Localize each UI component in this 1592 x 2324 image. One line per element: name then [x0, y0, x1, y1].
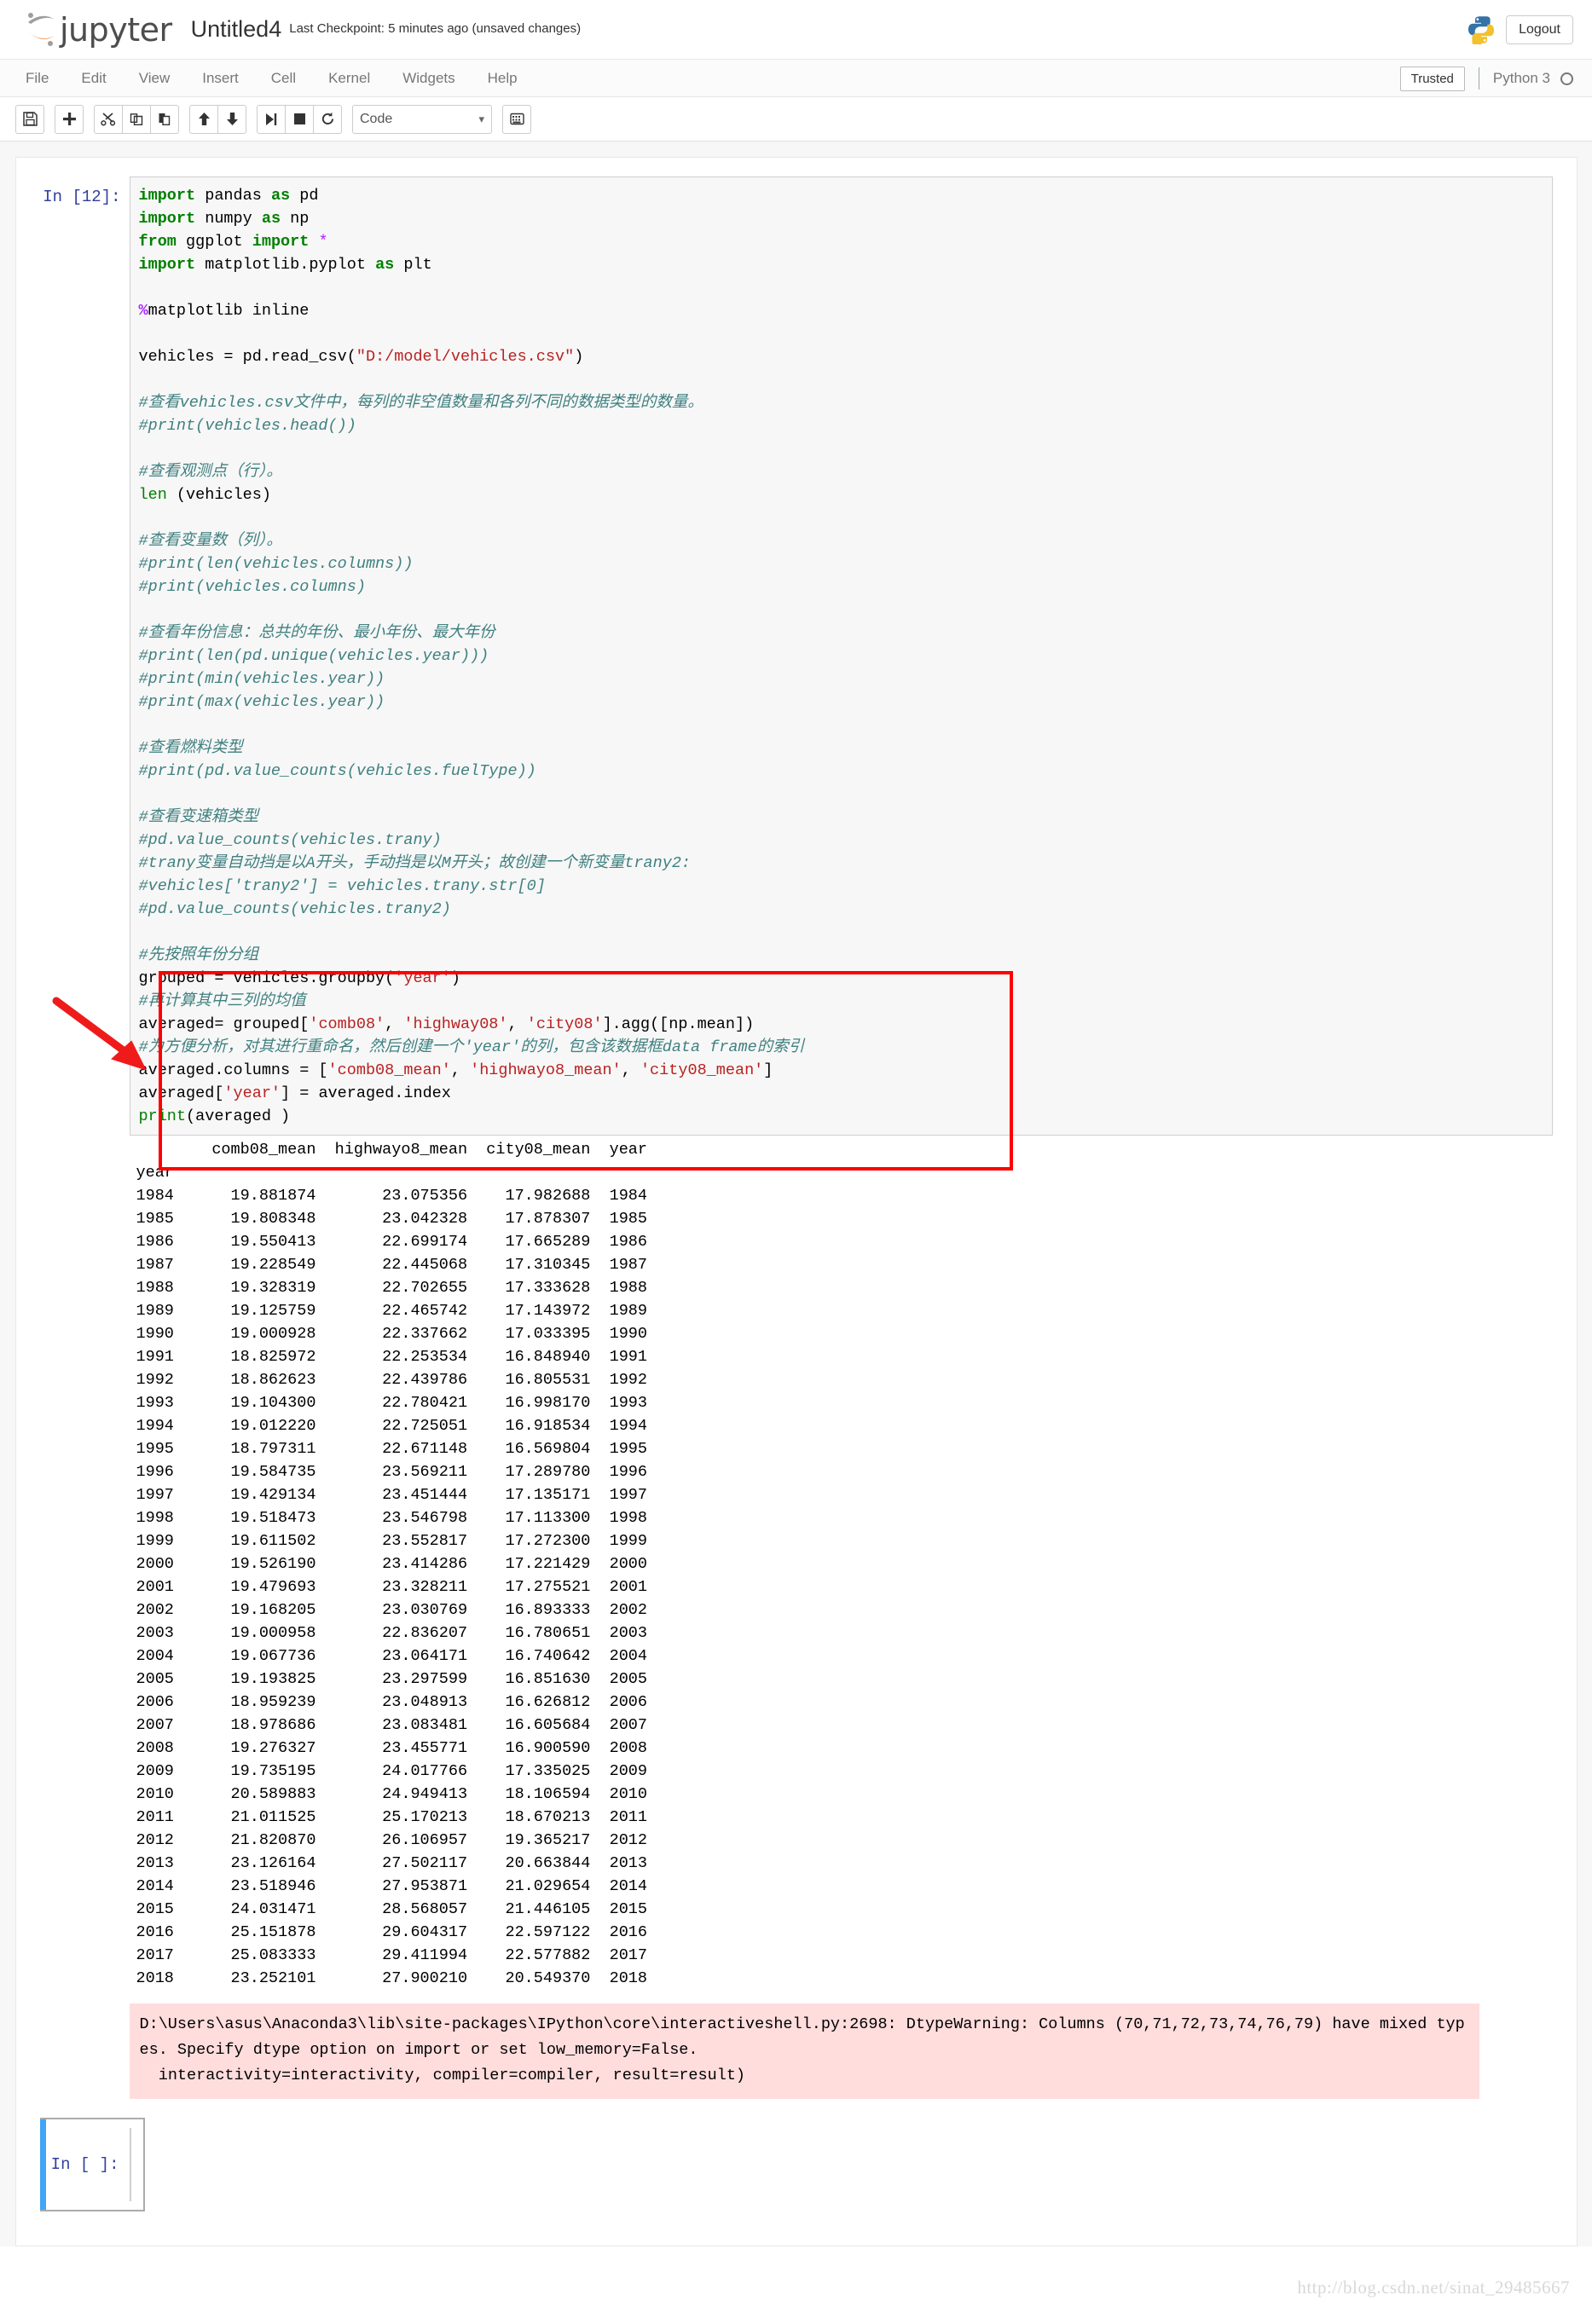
python-logo-icon — [1467, 15, 1496, 44]
notebook-title[interactable]: Untitled4 — [191, 16, 282, 43]
logout-button[interactable]: Logout — [1506, 15, 1573, 44]
copy-icon — [130, 112, 144, 126]
save-icon — [22, 112, 38, 126]
toolbar-group-save — [15, 104, 44, 134]
code-source: import pandas as pd import numpy as np f… — [138, 187, 805, 1125]
cell-prompt-in-12: In [12]: — [43, 188, 121, 206]
output-content: comb08_mean highwayo8_mean city08_mean y… — [129, 1136, 1553, 2099]
arrow-up-icon — [198, 112, 211, 126]
toolbar-group-run — [257, 104, 342, 134]
cut-icon — [101, 112, 116, 126]
stderr-warning-output: D:\Users\asus\Anaconda3\lib\site-package… — [129, 2003, 1479, 2099]
selected-cell-indicator — [39, 2119, 46, 2210]
restart-icon — [321, 112, 335, 126]
menu-edit[interactable]: Edit — [81, 70, 106, 87]
toolbar-group-move — [189, 104, 246, 134]
code-editor[interactable]: import pandas as pd import numpy as np f… — [129, 176, 1553, 1136]
source-watermark: http://blog.csdn.net/sinat_29485667 — [0, 2246, 1592, 2312]
save-button[interactable] — [15, 104, 44, 134]
code-cell[interactable]: In [12]: import pandas as pd import nump… — [16, 176, 1577, 1136]
menubar-right-group: Trusted Python 3 — [1399, 60, 1573, 97]
empty-code-cell[interactable]: In [ ]: — [16, 2118, 1577, 2211]
page-footer — [0, 2312, 1592, 2324]
move-cell-down-button[interactable] — [217, 104, 246, 134]
run-icon — [264, 113, 278, 126]
paste-cells-button[interactable] — [150, 104, 179, 134]
chevron-down-icon: ▾ — [478, 112, 484, 125]
annotation-arrow-icon — [49, 996, 160, 1077]
menu-kernel[interactable]: Kernel — [328, 70, 370, 87]
stdout-output: comb08_mean highwayo8_mean city08_mean y… — [136, 1141, 648, 1987]
toolbar-group-edit — [94, 104, 179, 134]
toolbar-group-insert — [55, 104, 84, 134]
jupyter-planet-icon — [24, 10, 58, 49]
header-right-group: Logout — [1467, 0, 1573, 60]
menu-file[interactable]: File — [26, 70, 49, 87]
menubar: File Edit View Insert Cell Kernel Widget… — [0, 60, 1592, 97]
selected-cell-inner: In [ ]: — [46, 2119, 143, 2210]
toolbar: Code ▾ — [0, 97, 1592, 142]
command-palette-button[interactable] — [502, 104, 531, 134]
toolbar-group-palette — [502, 104, 531, 134]
notebook-header: jupyter Untitled4 Last Checkpoint: 5 min… — [0, 0, 1592, 60]
output-prompt-spacer — [40, 1136, 130, 2099]
move-cell-up-button[interactable] — [189, 104, 218, 134]
menu-view[interactable]: View — [139, 70, 171, 87]
stop-icon — [293, 113, 306, 125]
trusted-badge[interactable]: Trusted — [1399, 66, 1465, 91]
kernel-indicator-label: Python 3 — [1492, 70, 1550, 86]
cell-prompt-empty: In [ ]: — [50, 2155, 119, 2174]
keyboard-icon — [509, 113, 524, 125]
notebook-page: In [12]: import pandas as pd import nump… — [0, 142, 1592, 2246]
run-cell-button[interactable] — [257, 104, 286, 134]
jupyter-wordmark: jupyter — [60, 10, 172, 49]
cut-cells-button[interactable] — [94, 104, 123, 134]
menu-widgets[interactable]: Widgets — [402, 70, 454, 87]
kernel-idle-icon[interactable] — [1560, 72, 1573, 85]
restart-kernel-button[interactable] — [313, 104, 342, 134]
cell-type-select[interactable]: Code ▾ — [352, 104, 492, 134]
add-cell-icon — [62, 112, 77, 126]
cell-type-value: Code — [360, 111, 393, 126]
cell-output-area: comb08_mean highwayo8_mean city08_mean y… — [16, 1136, 1577, 2099]
jupyter-logo-link[interactable]: jupyter — [24, 10, 172, 49]
menu-cell[interactable]: Cell — [271, 70, 296, 87]
notebook-container: In [12]: import pandas as pd import nump… — [14, 157, 1578, 2246]
menu-insert[interactable]: Insert — [202, 70, 239, 87]
empty-code-editor[interactable] — [129, 2128, 131, 2201]
arrow-down-icon — [226, 112, 239, 126]
checkpoint-status: Last Checkpoint: 5 minutes ago (unsaved … — [289, 21, 582, 36]
insert-cell-below-button[interactable] — [55, 104, 84, 134]
menu-help[interactable]: Help — [488, 70, 518, 87]
interrupt-kernel-button[interactable] — [285, 104, 314, 134]
selected-cell-wrapper[interactable]: In [ ]: — [39, 2118, 145, 2211]
paste-icon — [158, 112, 172, 126]
copy-cells-button[interactable] — [122, 104, 151, 134]
